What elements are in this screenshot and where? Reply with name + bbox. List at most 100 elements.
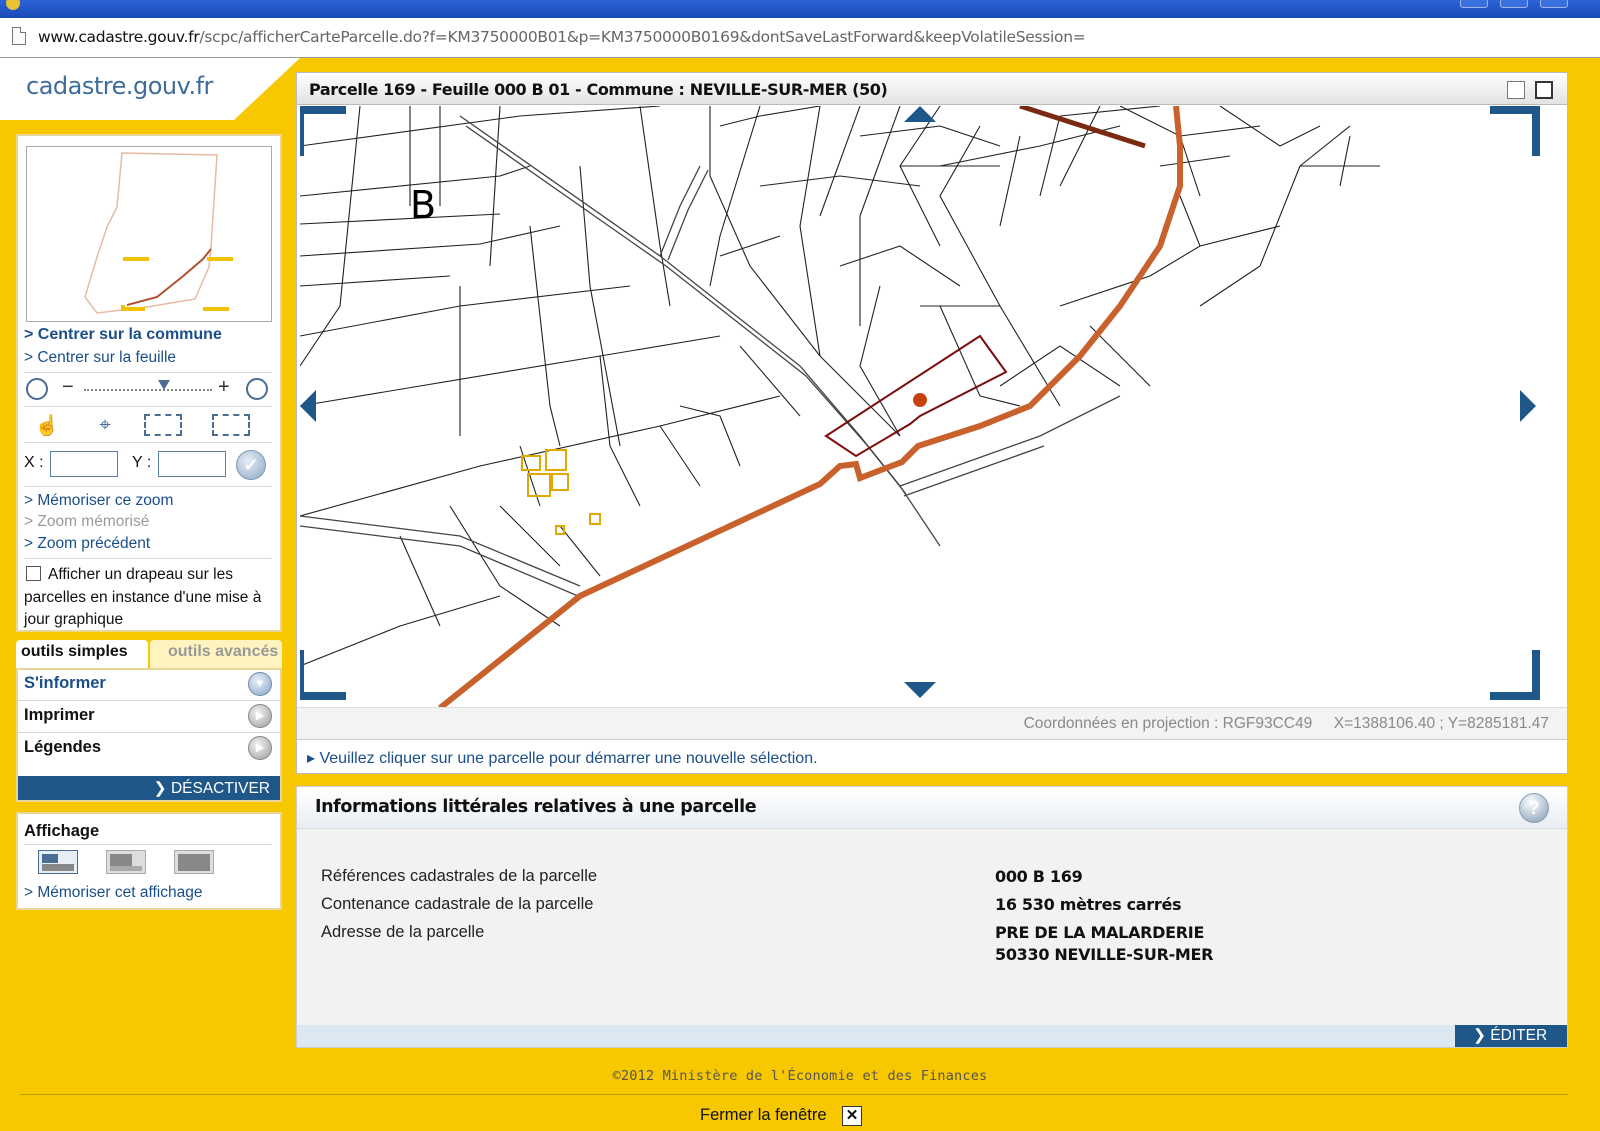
maximize-window-icon[interactable]: [1535, 81, 1553, 99]
overview-map-drawing: [84, 152, 237, 314]
tab-advanced-tools[interactable]: outils avancés: [150, 640, 282, 668]
buildings: [521, 449, 601, 535]
parcel-info-window: Informations littérales relatives à une …: [296, 786, 1568, 1048]
edit-button[interactable]: ❯ ÉDITER: [1455, 1025, 1567, 1047]
divider: [18, 700, 280, 701]
restore-window-icon[interactable]: [1507, 81, 1525, 99]
coordinates-projection: Coordonnées en projection : RGF93CC49: [1023, 715, 1313, 732]
cadastral-map[interactable]: B: [300, 106, 1566, 708]
zoom-slider-handle[interactable]: [158, 380, 170, 390]
zoom-slider[interactable]: [84, 380, 212, 391]
layout-split-icon[interactable]: [38, 850, 78, 874]
tab-simple-tools[interactable]: outils simples: [16, 640, 148, 668]
browser-icon: [6, 0, 20, 10]
overview-map[interactable]: [26, 146, 272, 322]
zoom-out-icon[interactable]: [26, 378, 48, 400]
section-letter: B: [410, 183, 436, 227]
divider: [24, 844, 272, 845]
map-header: Parcelle 169 - Feuille 000 B 01 - Commun…: [297, 73, 1567, 105]
divider: [24, 406, 272, 407]
tool-inform[interactable]: S'informer: [24, 674, 106, 693]
coordinates-bar: Coordonnées en projection : RGF93CC49 X=…: [297, 707, 1567, 739]
map-window: Parcelle 169 - Feuille 000 B 01 - Commun…: [296, 72, 1568, 774]
layout-full-icon[interactable]: [174, 850, 214, 874]
divider: [24, 486, 272, 487]
tool-print[interactable]: Imprimer: [24, 706, 95, 725]
pan-hand-icon[interactable]: ☝: [24, 410, 70, 440]
info-value-references: 000 B 169: [995, 867, 1083, 886]
minimize-button[interactable]: [1460, 0, 1488, 8]
chevron-right-icon[interactable]: ▶: [248, 704, 272, 728]
close-icon[interactable]: ✕: [842, 1106, 862, 1126]
url-text[interactable]: www.cadastre.gouv.fr/scpc/afficherCarteP…: [38, 28, 1086, 46]
zoom-plus[interactable]: +: [218, 376, 230, 399]
divider: [24, 372, 272, 373]
info-header: Informations littérales relatives à une …: [297, 787, 1567, 829]
save-zoom-link[interactable]: > Mémoriser ce zoom: [24, 492, 173, 510]
close-browser-button[interactable]: [1540, 0, 1568, 8]
x-coordinate-input[interactable]: [50, 451, 118, 477]
chevron-right-icon[interactable]: ▶: [248, 736, 272, 760]
divider: [20, 1094, 1568, 1095]
url-host: www.cadastre.gouv.fr: [38, 28, 200, 46]
close-window-link[interactable]: Fermer la fenêtre: [700, 1106, 827, 1125]
zoom-box-icon[interactable]: [140, 410, 186, 440]
site-logo[interactable]: cadastre.gouv.fr: [26, 72, 213, 100]
pan-north-arrow: [904, 106, 936, 122]
previous-zoom-link[interactable]: > Zoom précédent: [24, 535, 150, 553]
center-sheet-link[interactable]: > Centrer sur la feuille: [24, 349, 176, 367]
flag-checkbox-label: Afficher un drapeau sur les parcelles en…: [24, 566, 262, 628]
copyright: ©2012 Ministère de l'Économie et des Fin…: [612, 1068, 988, 1084]
selection-hint: ▸ Veuillez cliquer sur une parcelle pour…: [307, 750, 818, 767]
maximize-button[interactable]: [1500, 0, 1528, 8]
center-crosshair-icon[interactable]: ⌖: [82, 410, 128, 440]
tools-panel: S'informer ▼ Imprimer ▶ Légendes ▶ ❯ DÉS…: [16, 668, 282, 802]
pan-east-arrow: [1520, 390, 1536, 422]
tool-legends[interactable]: Légendes: [24, 738, 101, 757]
pan-west-arrow: [300, 390, 316, 422]
full-extent-icon[interactable]: [208, 410, 254, 440]
info-title: Informations littérales relatives à une …: [315, 797, 757, 817]
deactivate-button[interactable]: ❯ DÉSACTIVER: [18, 776, 280, 800]
commune-boundary: [438, 106, 1183, 708]
divider: [24, 558, 272, 559]
chevron-down-icon[interactable]: ▼: [248, 672, 272, 696]
page-icon: [12, 27, 26, 45]
flag-checkbox[interactable]: [26, 566, 41, 581]
divider: [24, 442, 272, 443]
pan-south-arrow: [904, 682, 936, 698]
display-panel: Affichage > Mémoriser cet affichage: [16, 812, 282, 910]
y-coordinate-label: Y :: [132, 454, 152, 471]
parcel-marker: [913, 393, 927, 407]
map-drawing: B: [300, 106, 1540, 708]
url-path: /scpc/afficherCarteParcelle.do?f=KM37500…: [199, 28, 1086, 46]
tools-tabs: outils simples outils avancés: [16, 640, 282, 668]
zoom-in-icon[interactable]: [246, 378, 268, 400]
divider: [18, 732, 280, 733]
saved-zoom-link: > Zoom mémorisé: [24, 513, 150, 530]
save-display-link[interactable]: > Mémoriser cet affichage: [24, 884, 202, 902]
info-label-references: Références cadastrales de la parcelle: [321, 867, 598, 885]
coordinates-value: X=1388106.40 ; Y=8285181.47: [1333, 715, 1549, 732]
info-value-address-line1: PRE DE LA MALARDERIE: [995, 923, 1205, 942]
info-footer: ❯ ÉDITER: [297, 1025, 1567, 1047]
validate-coordinates-button[interactable]: ✓: [236, 450, 266, 480]
info-value-address-line2: 50330 NEVILLE-SUR-MER: [995, 945, 1214, 964]
center-commune-link[interactable]: > Centrer sur la commune: [24, 326, 222, 344]
browser-title-bar: [0, 0, 1600, 18]
map-title: Parcelle 169 - Feuille 000 B 01 - Commun…: [309, 80, 888, 99]
parcel-lines: [300, 106, 1380, 667]
selection-hint-bar: ▸ Veuillez cliquer sur une parcelle pour…: [297, 739, 1567, 773]
navigation-panel: > Centrer sur la commune > Centrer sur l…: [16, 134, 282, 632]
info-value-area: 16 530 mètres carrés: [995, 895, 1182, 914]
display-title: Affichage: [24, 822, 100, 840]
help-icon[interactable]: ?: [1519, 793, 1549, 823]
info-label-address: Adresse de la parcelle: [321, 923, 485, 941]
layout-wide-icon[interactable]: [106, 850, 146, 874]
zoom-minus[interactable]: −: [62, 376, 74, 399]
y-coordinate-input[interactable]: [158, 451, 226, 477]
coordinates-readout: Coordonnées en projection : RGF93CC49 X=…: [1024, 715, 1549, 733]
x-coordinate-label: X :: [24, 454, 44, 471]
address-bar[interactable]: www.cadastre.gouv.fr/scpc/afficherCarteP…: [0, 18, 1600, 58]
info-label-area: Contenance cadastrale de la parcelle: [321, 895, 594, 913]
